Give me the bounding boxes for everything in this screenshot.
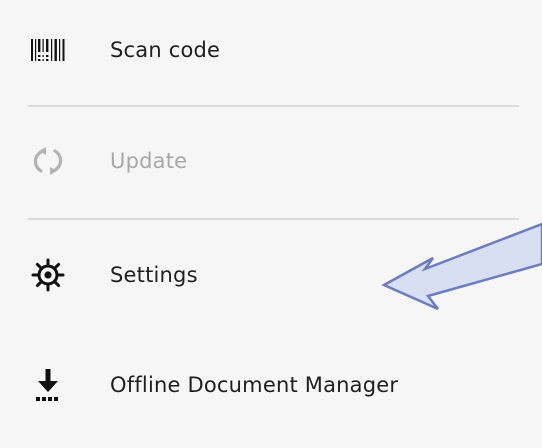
menu-item-label: Update bbox=[110, 149, 188, 173]
menu-item-scan-code[interactable]: Scan code bbox=[0, 15, 520, 85]
gear-icon bbox=[28, 255, 68, 295]
menu-item-label: Scan code bbox=[110, 38, 221, 62]
refresh-icon bbox=[28, 141, 68, 181]
menu-item-settings[interactable]: Settings bbox=[0, 240, 520, 310]
app-screen: Scan code Update Settings Offline Docume… bbox=[0, 0, 542, 448]
menu-item-label: Settings bbox=[110, 263, 198, 287]
download-icon bbox=[28, 365, 68, 405]
side-menu-panel: Scan code Update Settings Offline Docume… bbox=[0, 0, 542, 448]
barcode-icon bbox=[28, 30, 68, 70]
menu-divider bbox=[28, 218, 519, 220]
menu-item-label: Offline Document Manager bbox=[110, 373, 399, 397]
menu-item-offline-document-manager[interactable]: Offline Document Manager bbox=[0, 350, 520, 420]
menu-item-update[interactable]: Update bbox=[0, 126, 520, 196]
menu-divider bbox=[28, 105, 519, 107]
